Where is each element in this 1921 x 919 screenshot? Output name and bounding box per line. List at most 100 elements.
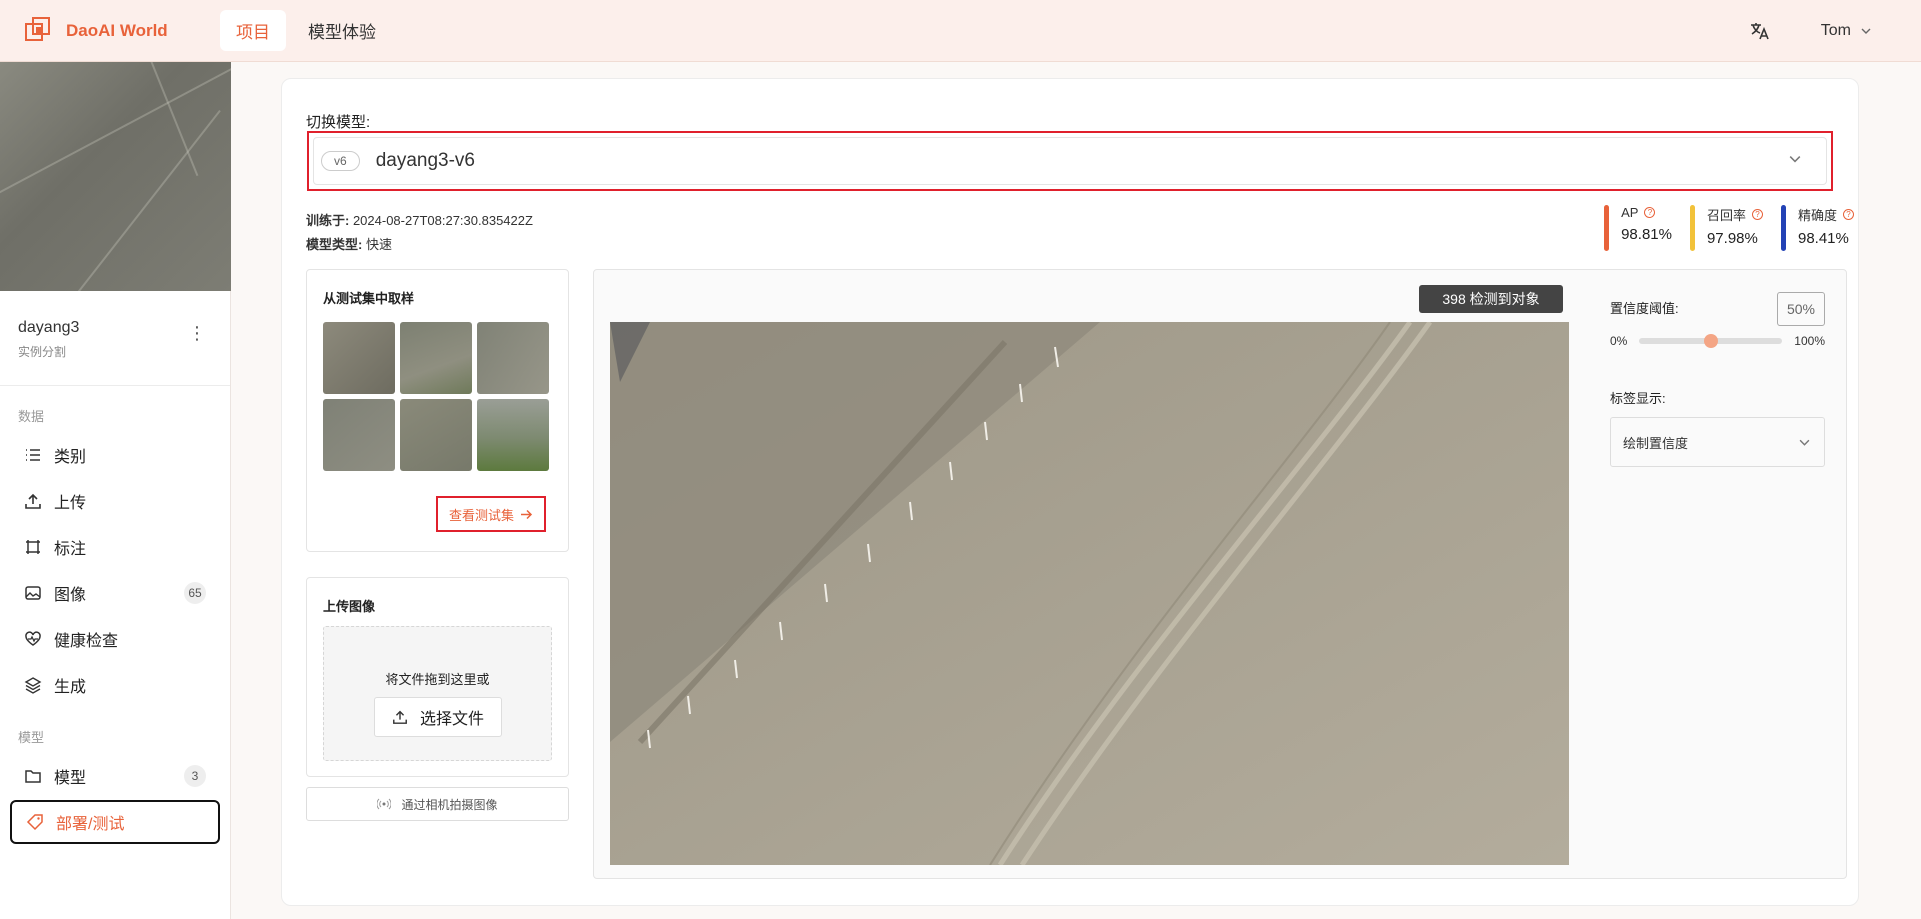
- choose-file-label: 选择文件: [419, 711, 484, 728]
- sidebar-item-label: 健康检查: [54, 633, 119, 650]
- sidebar: dayang3 实例分割 ⋮ 数据 类别 上传 标注 图像 65 健康检查 生成…: [0, 62, 231, 919]
- sidebar-item-health-check[interactable]: 健康检查: [10, 617, 220, 661]
- slider-handle[interactable]: [1703, 334, 1718, 348]
- model-type-label: 模型类型:: [306, 237, 366, 252]
- metric-value: 98.41%: [1797, 230, 1849, 247]
- nav-projects[interactable]: 项目: [220, 10, 286, 51]
- nav-model-experience[interactable]: 模型体验: [292, 10, 392, 51]
- threshold-slider[interactable]: [1639, 334, 1783, 348]
- label-display-value: 绘制置信度: [1623, 435, 1689, 451]
- image-icon: [25, 586, 41, 600]
- sidebar-item-categories[interactable]: 类别: [10, 433, 220, 477]
- help-icon[interactable]: ?: [1751, 209, 1763, 220]
- sidebar-item-label: 上传: [54, 495, 87, 512]
- sidebar-item-deploy-test[interactable]: 部署/测试: [10, 800, 220, 844]
- sidebar-item-images[interactable]: 图像 65: [10, 571, 220, 615]
- prediction-image[interactable]: [610, 322, 1569, 865]
- slider-min-label: 0%: [1610, 334, 1628, 348]
- section-label-data: 数据: [18, 409, 45, 424]
- metric-ap: AP? 98.81%: [1604, 205, 1672, 251]
- upload-title: 上传图像: [323, 599, 376, 614]
- threshold-input[interactable]: 50%: [1777, 292, 1825, 326]
- label-display-select[interactable]: 绘制置信度: [1610, 417, 1825, 467]
- sample-thumbnail[interactable]: [477, 399, 549, 471]
- sample-title: 从测试集中取样: [323, 291, 415, 306]
- model-meta: 训练于: 2024-08-27T08:27:30.835422Z 模型类型: 快…: [306, 209, 533, 257]
- sidebar-item-label: 生成: [54, 679, 87, 696]
- sample-thumbnail[interactable]: [400, 399, 472, 471]
- project-info: dayang3 实例分割 ⋮: [0, 291, 230, 386]
- chevron-down-icon: [1861, 28, 1871, 34]
- deploy-test-card: 切换模型: v6 dayang3-v6 训练于: 2024-08-27T08:2…: [281, 78, 1859, 906]
- sidebar-item-models[interactable]: 模型 3: [10, 754, 220, 798]
- sidebar-item-label: 标注: [54, 541, 87, 558]
- broadcast-icon: [377, 798, 392, 810]
- preview-panel: 398 检测到对象 置信度阈值: 50% 0% 100% 标签显示: 绘制置信度: [593, 269, 1847, 879]
- chevron-down-icon: [1789, 156, 1801, 163]
- upload-panel: 上传图像 将文件拖到这里或 选择文件: [306, 577, 569, 777]
- detection-count-badge: 398 检测到对象: [1419, 285, 1563, 313]
- project-type: 实例分割: [18, 345, 67, 359]
- user-menu[interactable]: Tom: [1821, 22, 1871, 40]
- layers-icon: [24, 677, 42, 694]
- metric-value: 97.98%: [1706, 230, 1758, 247]
- sidebar-item-label: 模型: [54, 770, 87, 787]
- help-icon[interactable]: ?: [1644, 207, 1656, 218]
- list-icon: [26, 449, 40, 461]
- trained-label: 训练于:: [306, 213, 353, 228]
- folder-icon: [25, 770, 41, 783]
- capture-camera-button[interactable]: 通过相机拍摄图像: [306, 787, 569, 821]
- view-test-set-button[interactable]: 查看测试集: [436, 496, 546, 532]
- logo[interactable]: DaoAI World: [24, 16, 204, 46]
- metric-precision: 精确度? 98.41%: [1780, 205, 1854, 251]
- upload-icon: [393, 710, 407, 724]
- sample-thumbnail[interactable]: [323, 399, 395, 471]
- sample-thumbnail[interactable]: [477, 322, 549, 394]
- sample-thumbnails: [323, 322, 549, 471]
- sample-panel: 从测试集中取样 查看测试集: [306, 269, 569, 552]
- chevron-down-icon: [1799, 439, 1810, 446]
- label-display-label: 标签显示:: [1610, 391, 1666, 406]
- sidebar-item-label: 图像: [54, 587, 87, 604]
- app-name: DaoAI World: [66, 20, 168, 40]
- translate-icon[interactable]: [1749, 20, 1771, 42]
- model-type-value: 快速: [365, 237, 392, 252]
- metrics: AP? 98.81% 召回率? 97.98% 精确度? 98.41%: [1604, 205, 1854, 251]
- sidebar-item-label: 类别: [54, 449, 87, 466]
- field-image-graphic: [610, 322, 1569, 865]
- slider-max-label: 100%: [1794, 334, 1825, 348]
- arrow-right-icon: [521, 509, 533, 519]
- top-bar: DaoAI World 项目 模型体验 Tom: [0, 0, 1921, 62]
- annotate-icon: [26, 540, 40, 554]
- view-test-set-label: 查看测试集: [448, 507, 514, 523]
- heart-pulse-icon: [25, 631, 41, 646]
- drop-text: 将文件拖到这里或: [385, 672, 490, 687]
- tag-icon: [26, 814, 43, 831]
- choose-file-button[interactable]: 选择文件: [374, 697, 502, 737]
- section-label-model: 模型: [18, 730, 45, 745]
- more-options-icon[interactable]: ⋮: [188, 323, 206, 344]
- models-count-badge: 3: [184, 765, 206, 787]
- file-dropzone[interactable]: 将文件拖到这里或 选择文件: [323, 626, 552, 761]
- switch-model-label: 切换模型:: [306, 114, 371, 131]
- model-name: dayang3-v6: [375, 150, 475, 171]
- upload-icon: [25, 493, 41, 509]
- metric-value: 98.81%: [1621, 226, 1672, 243]
- images-count-badge: 65: [184, 582, 206, 604]
- sidebar-item-upload[interactable]: 上传: [10, 479, 220, 523]
- metric-label: 召回率: [1706, 208, 1746, 223]
- metric-label: AP: [1621, 205, 1639, 220]
- metric-recall: 召回率? 97.98%: [1689, 205, 1763, 251]
- model-version-tag: v6: [321, 151, 360, 171]
- user-name: Tom: [1820, 21, 1851, 39]
- model-select[interactable]: v6 dayang3-v6: [307, 131, 1833, 191]
- project-thumbnail: [0, 62, 231, 291]
- help-icon[interactable]: ?: [1843, 209, 1854, 220]
- top-nav: 项目 模型体验: [220, 10, 398, 51]
- sample-thumbnail[interactable]: [400, 322, 472, 394]
- sidebar-item-annotate[interactable]: 标注: [10, 525, 220, 569]
- sidebar-item-generate[interactable]: 生成: [10, 663, 220, 707]
- sample-thumbnail[interactable]: [323, 322, 395, 394]
- trained-value: 2024-08-27T08:27:30.835422Z: [352, 213, 533, 228]
- sidebar-item-label: 部署/测试: [56, 816, 125, 833]
